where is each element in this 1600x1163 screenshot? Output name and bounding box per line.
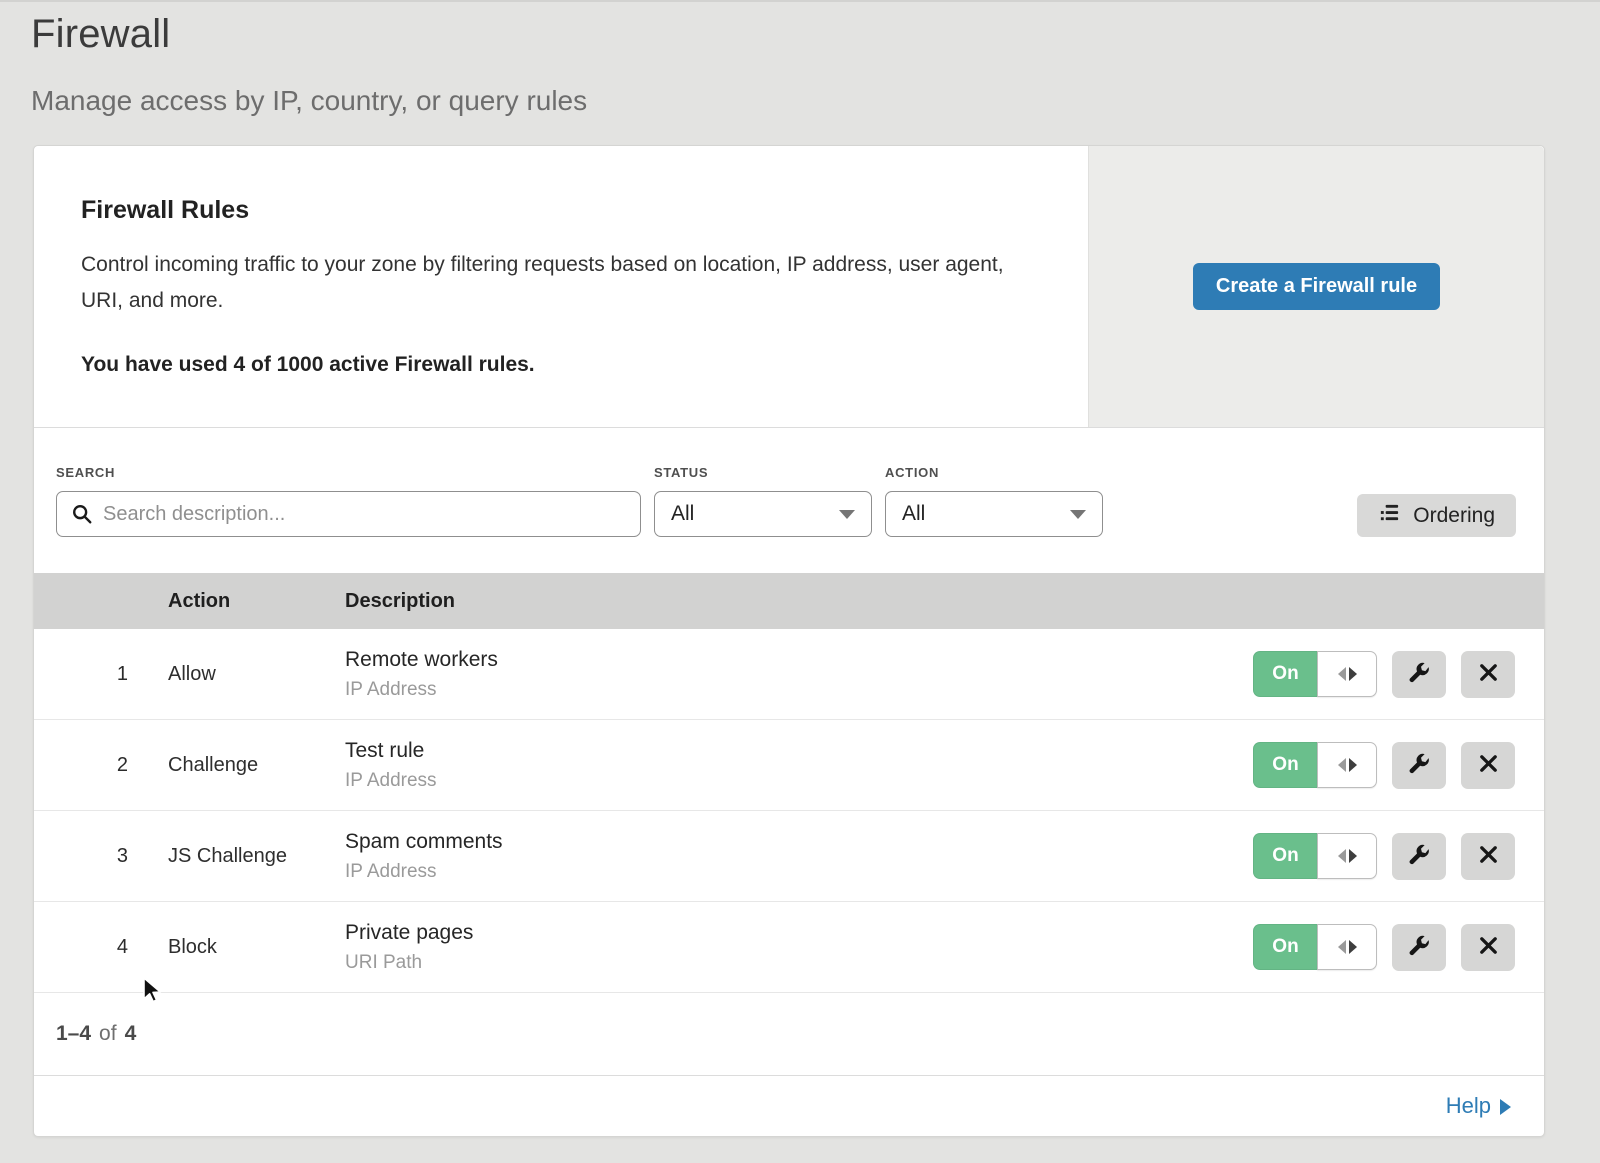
usage-summary: You have used 4 of 1000 active Firewall … [81,353,1040,377]
delete-icon [1477,752,1500,778]
ordering-button[interactable]: Ordering [1357,494,1516,537]
wrench-icon [1407,661,1431,688]
help-link-label: Help [1446,1093,1491,1119]
rule-enabled-toggle[interactable]: On [1253,742,1377,788]
page-title: Firewall [31,12,1545,57]
ordering-button-label: Ordering [1413,504,1495,528]
rule-controls: On [1204,651,1544,698]
ordering-icon [1378,501,1401,530]
rules-table-body: 1 Allow Remote workers IP Address On [34,629,1544,993]
table-row: 4 Block Private pages URI Path On [34,902,1544,993]
toggle-arrows-icon [1317,742,1377,788]
pagination-range: 1–4 [56,1022,91,1046]
wrench-icon [1407,752,1431,779]
search-label: SEARCH [56,465,641,480]
rule-match-type: IP Address [345,770,1204,792]
rule-priority: 3 [34,845,168,868]
help-arrow-icon [1500,1099,1511,1115]
rule-controls: On [1204,924,1544,971]
delete-rule-button[interactable] [1461,742,1515,789]
overview-text: Firewall Rules Control incoming traffic … [34,146,1088,427]
overview-section: Firewall Rules Control incoming traffic … [34,146,1544,428]
status-label: STATUS [654,465,872,480]
toggle-state-label: On [1253,651,1317,697]
rule-description: Remote workers [345,648,1204,672]
firewall-rules-card: Firewall Rules Control incoming traffic … [33,145,1545,1137]
delete-icon [1477,661,1500,687]
status-select[interactable]: All [654,491,872,537]
rule-description: Spam comments [345,830,1204,854]
table-row: 3 JS Challenge Spam comments IP Address … [34,811,1544,902]
rule-action: Allow [168,663,345,686]
rule-enabled-toggle[interactable]: On [1253,651,1377,697]
rule-description: Test rule [345,739,1204,763]
rule-controls: On [1204,833,1544,880]
edit-rule-button[interactable] [1392,651,1446,698]
table-row: 2 Challenge Test rule IP Address On [34,720,1544,811]
rule-enabled-toggle[interactable]: On [1253,924,1377,970]
delete-rule-button[interactable] [1461,924,1515,971]
status-filter: STATUS All [654,465,872,537]
pagination-total: 4 [125,1022,137,1046]
delete-rule-button[interactable] [1461,651,1515,698]
rule-description-cell: Spam comments IP Address [345,830,1204,883]
delete-icon [1477,934,1500,960]
delete-icon [1477,843,1500,869]
toggle-state-label: On [1253,833,1317,879]
table-header: Action Description [34,573,1544,629]
rule-description-cell: Remote workers IP Address [345,648,1204,701]
toggle-arrows-icon [1317,833,1377,879]
toggle-state-label: On [1253,924,1317,970]
rule-match-type: URI Path [345,952,1204,974]
rule-priority: 4 [34,936,168,959]
search-input[interactable] [56,491,641,537]
create-rule-panel: Create a Firewall rule [1088,146,1544,427]
column-header-action: Action [168,590,345,613]
rule-action: Challenge [168,754,345,777]
toggle-state-label: On [1253,742,1317,788]
create-firewall-rule-button[interactable]: Create a Firewall rule [1193,263,1440,310]
card-footer: Help [34,1076,1544,1136]
delete-rule-button[interactable] [1461,833,1515,880]
rule-action: Block [168,936,345,959]
page-subtitle: Manage access by IP, country, or query r… [31,85,1545,117]
toggle-arrows-icon [1317,651,1377,697]
rule-priority: 2 [34,754,168,777]
filters-section: SEARCH STATUS All ACTION All [34,428,1544,573]
rule-controls: On [1204,742,1544,789]
pagination-of-label: of [99,1022,117,1046]
status-chevron-icon [839,510,855,519]
rule-description-cell: Private pages URI Path [345,921,1204,974]
table-row: 1 Allow Remote workers IP Address On [34,629,1544,720]
status-selected-value: All [671,502,694,526]
rule-action: JS Challenge [168,845,345,868]
page-header: Firewall Manage access by IP, country, o… [0,2,1600,117]
search-filter: SEARCH [56,465,641,537]
edit-rule-button[interactable] [1392,833,1446,880]
edit-rule-button[interactable] [1392,742,1446,789]
rule-priority: 1 [34,663,168,686]
wrench-icon [1407,843,1431,870]
column-header-description: Description [345,590,1204,613]
toggle-arrows-icon [1317,924,1377,970]
edit-rule-button[interactable] [1392,924,1446,971]
overview-heading: Firewall Rules [81,196,1040,225]
action-filter: ACTION All [885,465,1103,537]
search-icon [71,503,93,525]
action-selected-value: All [902,502,925,526]
overview-description: Control incoming traffic to your zone by… [81,247,1031,319]
action-chevron-icon [1070,510,1086,519]
rule-description: Private pages [345,921,1204,945]
wrench-icon [1407,934,1431,961]
rule-match-type: IP Address [345,679,1204,701]
rule-enabled-toggle[interactable]: On [1253,833,1377,879]
help-link[interactable]: Help [1446,1093,1511,1119]
rule-description-cell: Test rule IP Address [345,739,1204,792]
pagination: 1–4 of 4 [34,993,1544,1076]
action-label: ACTION [885,465,1103,480]
rule-match-type: IP Address [345,861,1204,883]
action-select[interactable]: All [885,491,1103,537]
